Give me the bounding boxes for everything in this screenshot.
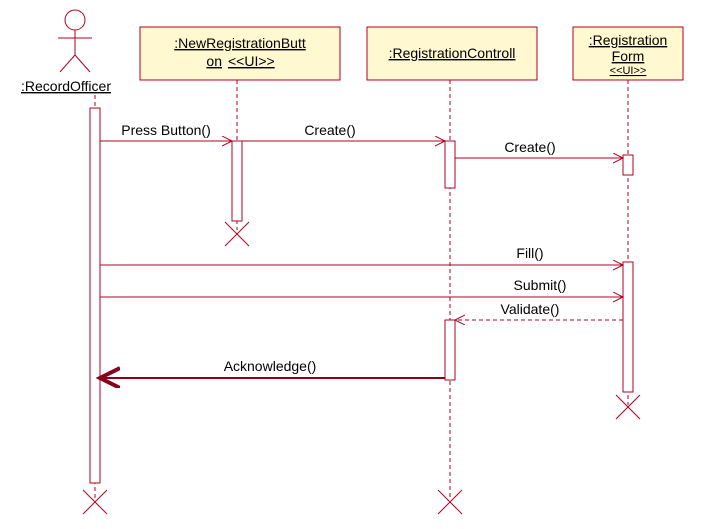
activation-form-1 <box>623 155 633 175</box>
actor-record-officer: :RecordOfficer <box>21 10 111 94</box>
msg-validate-label: Validate() <box>501 301 560 317</box>
activation-actor <box>90 108 100 483</box>
lifeline-button-title1: :NewRegistrationButt <box>174 35 306 51</box>
lifeline-button-title2: on <box>206 53 222 69</box>
lifeline-button-head: :NewRegistrationButt on <<UI>> <box>140 27 340 80</box>
msg-create-2-label: Create() <box>504 139 555 155</box>
destroy-button <box>225 222 249 246</box>
activation-button <box>232 141 242 221</box>
msg-submit-label: Submit() <box>514 277 567 293</box>
sequence-diagram: :RecordOfficer :NewRegistrationButt on <… <box>0 0 715 529</box>
lifeline-controller-title: :RegistrationControll <box>389 45 516 61</box>
lifeline-form-title1: :Registration <box>589 32 668 48</box>
lifeline-controller-head: :RegistrationControll <box>367 27 537 80</box>
activation-controller-1 <box>445 141 455 188</box>
msg-press-button-label: Press Button() <box>121 122 210 138</box>
lifeline-form-head: :Registration Form <<UI>> <box>573 27 683 80</box>
destroy-actor <box>83 490 107 514</box>
activation-form-2 <box>623 262 633 392</box>
msg-fill-label: Fill() <box>516 245 543 261</box>
msg-create-1-label: Create() <box>304 122 355 138</box>
lifeline-form-title2: Form <box>612 48 645 64</box>
lifeline-form-stereo: <<UI>> <box>610 65 647 77</box>
actor-label: :RecordOfficer <box>21 78 111 94</box>
activation-controller-2 <box>445 320 455 380</box>
msg-acknowledge-label: Acknowledge() <box>224 358 317 374</box>
lifeline-button-stereo: <<UI>> <box>228 53 275 69</box>
